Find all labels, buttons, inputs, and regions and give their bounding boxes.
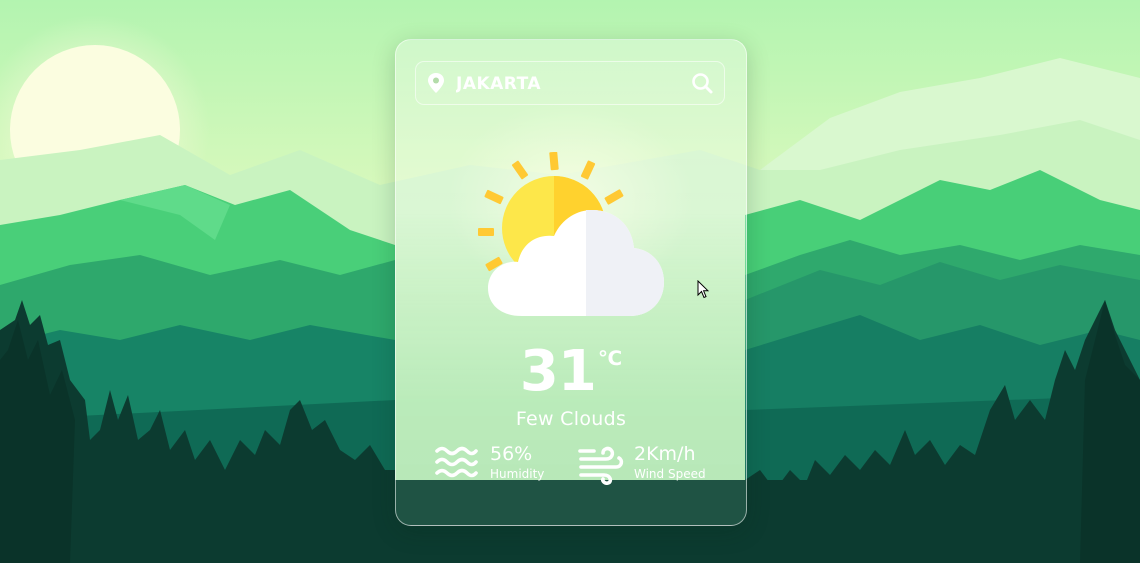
mouse-cursor-icon — [697, 280, 709, 299]
temperature-unit: ℃ — [597, 346, 623, 370]
weather-description: Few Clouds — [515, 408, 627, 430]
wind-label: Wind Speed — [634, 467, 706, 481]
wind-icon — [578, 446, 624, 485]
search-box[interactable] — [415, 61, 725, 105]
weather-card: 31℃ Few Clouds 56% Humidity 2Km/h Wind S… — [395, 39, 747, 526]
map-pin-icon — [428, 73, 444, 93]
wind-value: 2Km/h — [634, 443, 696, 465]
humidity-waves-icon — [435, 446, 478, 478]
humidity-label: Humidity — [490, 467, 545, 481]
partly-cloudy-icon — [478, 152, 664, 316]
search-input[interactable] — [454, 68, 688, 100]
search-icon[interactable] — [690, 71, 714, 95]
temperature-display: 31 ℃ — [396, 340, 746, 404]
humidity-value: 56% — [490, 443, 533, 465]
temperature-value: 31 — [519, 339, 597, 404]
